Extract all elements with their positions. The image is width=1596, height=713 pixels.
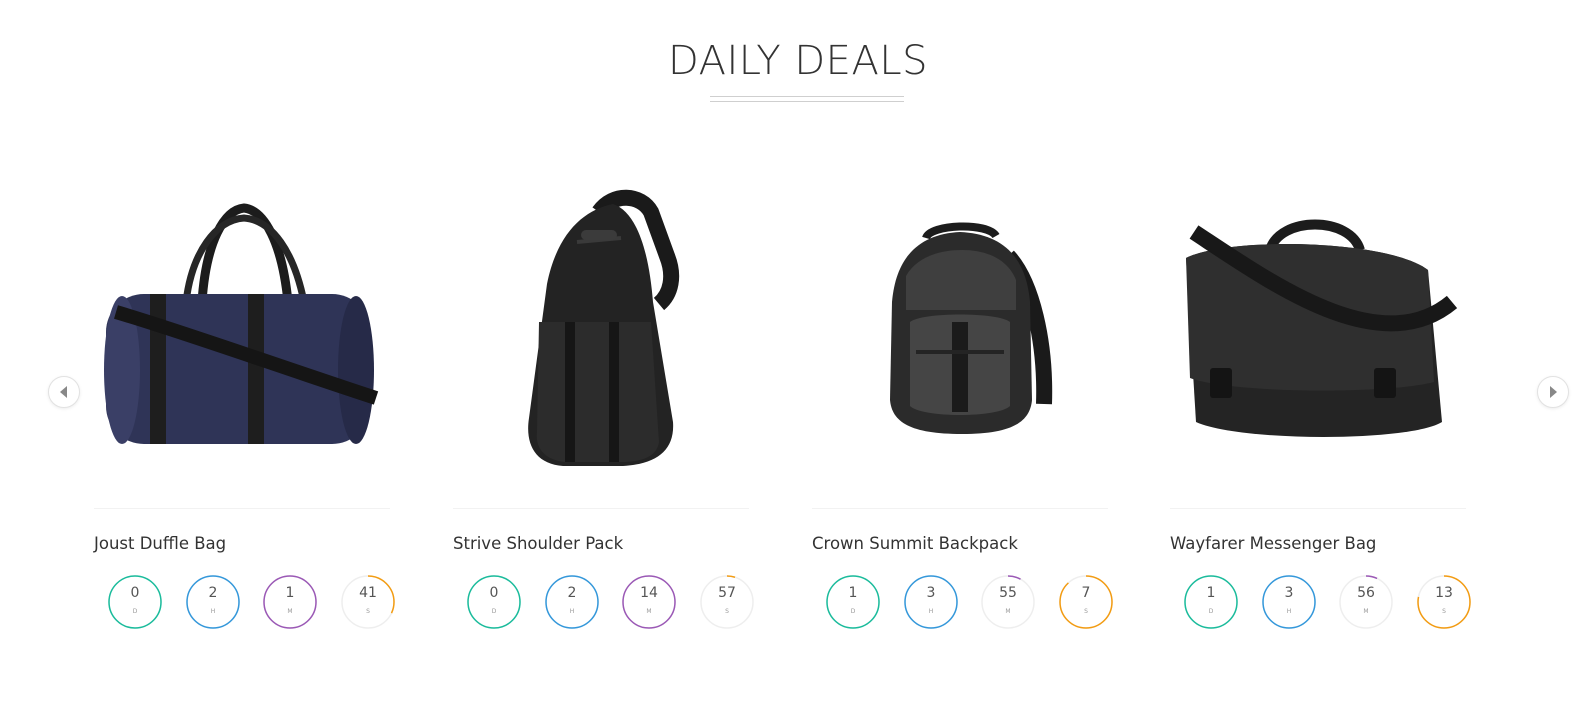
product-name[interactable]: Strive Shoulder Pack (453, 534, 623, 553)
carousel-prev-button[interactable] (48, 376, 80, 408)
countdown-minutes: 55 M (980, 574, 1036, 630)
countdown-seconds: 7 S (1058, 574, 1114, 630)
countdown-hours: 2 H (544, 574, 600, 630)
countdown-seconds-label: S (725, 608, 729, 615)
countdown-hours: 3 H (903, 574, 959, 630)
countdown-seconds: 57 S (699, 574, 755, 630)
product-name[interactable]: Crown Summit Backpack (812, 534, 1018, 553)
product-image-joust-duffle-bag[interactable] (94, 172, 390, 509)
countdown-days: 0 D (107, 574, 163, 630)
countdown-seconds-label: S (1084, 608, 1088, 615)
product-name[interactable]: Wayfarer Messenger Bag (1170, 534, 1376, 553)
countdown-minutes-label: M (287, 608, 293, 615)
countdown-seconds-label: S (366, 608, 370, 615)
countdown-minutes-value: 14 (640, 585, 658, 601)
countdown-minutes-value: 55 (999, 585, 1017, 601)
countdown-hours: 2 H (185, 574, 241, 630)
deal-countdown: 1 D 3 H 55 M 7 S (825, 574, 1115, 632)
countdown-hours-value: 3 (1284, 585, 1294, 601)
countdown-days-value: 1 (848, 585, 858, 601)
countdown-seconds-value: 57 (718, 585, 736, 601)
deal-countdown: 0 D 2 H 1 M 41 S (107, 574, 397, 632)
countdown-hours-label: H (1286, 608, 1292, 615)
countdown-hours-value: 3 (926, 585, 936, 601)
product-card: Joust Duffle Bag 0 D 2 H 1 M 41 S (94, 172, 395, 629)
countdown-seconds-label: S (1442, 608, 1446, 615)
triangle-right-icon (1550, 386, 1557, 398)
countdown-days-value: 0 (130, 585, 140, 601)
product-image-crown-summit-backpack[interactable] (812, 172, 1108, 509)
countdown-minutes-label: M (1363, 608, 1369, 615)
countdown-seconds-value: 13 (1435, 585, 1453, 601)
title-divider (710, 96, 904, 102)
triangle-left-icon (60, 386, 67, 398)
countdown-hours-value: 2 (208, 585, 218, 601)
daily-deals-section: DAILY DEALS Joust Duffle Bag 0 D 2 H 1 M… (0, 0, 1596, 713)
countdown-days: 1 D (825, 574, 881, 630)
countdown-seconds-value: 41 (359, 585, 377, 601)
countdown-hours: 3 H (1261, 574, 1317, 630)
product-card: Wayfarer Messenger Bag 1 D 3 H 56 M 13 S (1170, 172, 1471, 629)
countdown-seconds: 13 S (1416, 574, 1472, 630)
product-card: Strive Shoulder Pack 0 D 2 H 14 M 57 S (453, 172, 754, 629)
countdown-days: 0 D (466, 574, 522, 630)
countdown-minutes: 1 M (262, 574, 318, 630)
carousel-next-button[interactable] (1537, 376, 1569, 408)
countdown-days-label: D (491, 608, 497, 615)
countdown-days-label: D (850, 608, 856, 615)
countdown-seconds: 41 S (340, 574, 396, 630)
countdown-minutes-value: 1 (285, 585, 295, 601)
countdown-hours-label: H (928, 608, 934, 615)
countdown-hours-value: 2 (567, 585, 577, 601)
countdown-minutes: 14 M (621, 574, 677, 630)
countdown-minutes-value: 56 (1357, 585, 1375, 601)
countdown-days: 1 D (1183, 574, 1239, 630)
section-title: DAILY DEALS (668, 38, 928, 84)
product-name[interactable]: Joust Duffle Bag (94, 534, 226, 553)
countdown-days-label: D (132, 608, 138, 615)
countdown-minutes-label: M (646, 608, 652, 615)
countdown-minutes: 56 M (1338, 574, 1394, 630)
product-card: Crown Summit Backpack 1 D 3 H 55 M 7 S (812, 172, 1113, 629)
product-image-wayfarer-messenger-bag[interactable] (1170, 172, 1466, 509)
countdown-hours-label: H (569, 608, 575, 615)
product-image-strive-shoulder-pack[interactable] (453, 172, 749, 509)
countdown-hours-label: H (210, 608, 216, 615)
countdown-seconds-value: 7 (1081, 585, 1091, 601)
countdown-minutes-label: M (1005, 608, 1011, 615)
deal-countdown: 0 D 2 H 14 M 57 S (466, 574, 756, 632)
deal-countdown: 1 D 3 H 56 M 13 S (1183, 574, 1473, 632)
countdown-days-value: 0 (489, 585, 499, 601)
countdown-days-label: D (1208, 608, 1214, 615)
countdown-days-value: 1 (1206, 585, 1216, 601)
